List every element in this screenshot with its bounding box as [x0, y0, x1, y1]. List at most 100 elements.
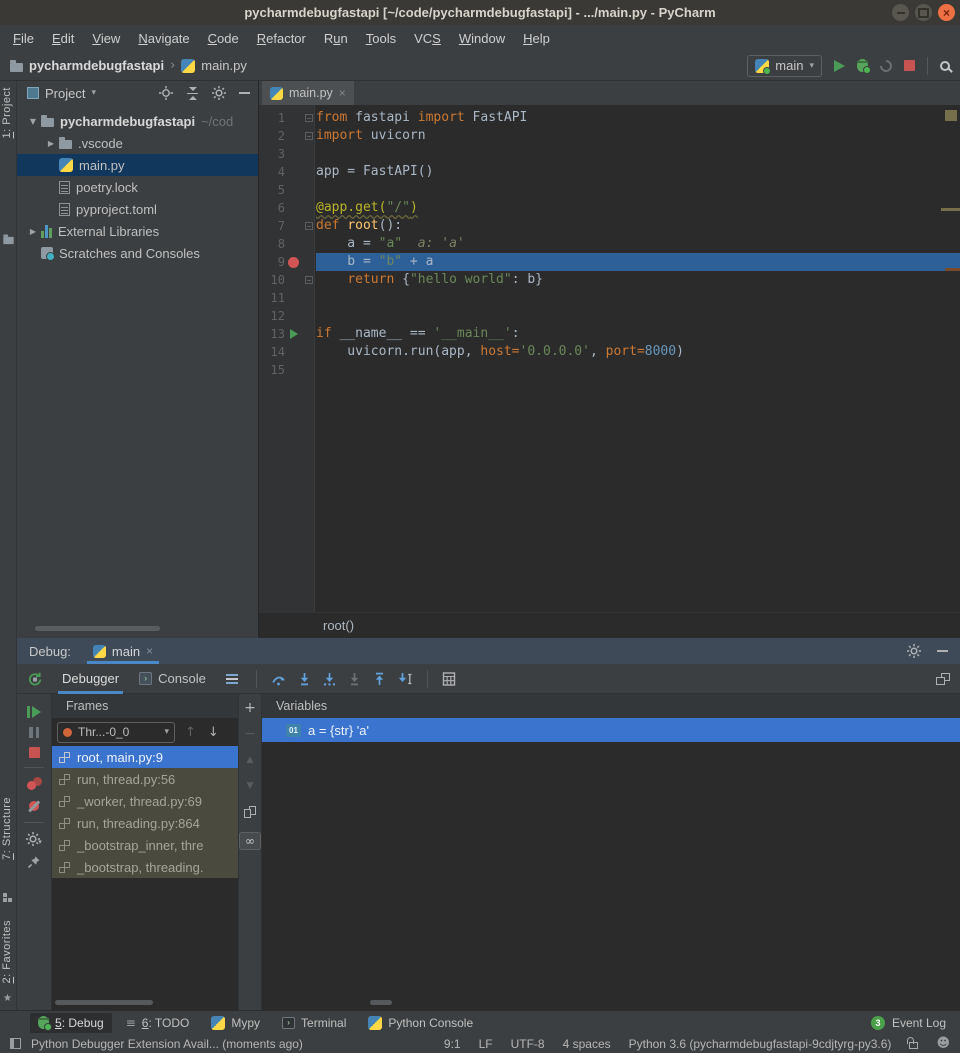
toolwindow-button-python-console[interactable]: Python Console: [360, 1013, 481, 1033]
toolwindow-button-terminal[interactable]: ›Terminal: [274, 1013, 354, 1033]
menu-item-window[interactable]: Window: [450, 27, 514, 50]
code-line[interactable]: 4app = FastAPI(): [259, 163, 960, 181]
thread-selector[interactable]: Thr...-0_0 ▾: [57, 722, 175, 743]
code-line[interactable]: 14 uvicorn.run(app, host='0.0.0.0', port…: [259, 343, 960, 361]
highlighting-level-icon[interactable]: ☻: [936, 1037, 950, 1050]
resume-program-icon[interactable]: [27, 706, 41, 718]
move-down-icon[interactable]: ▼: [247, 780, 254, 792]
menu-item-tools[interactable]: Tools: [357, 27, 405, 50]
run-button[interactable]: [834, 60, 845, 72]
step-into-icon[interactable]: [298, 672, 311, 686]
code-line[interactable]: 8 a = "a" a: 'a': [259, 235, 960, 253]
layout-settings-icon[interactable]: [936, 673, 950, 685]
force-step-into-icon[interactable]: [323, 672, 336, 686]
code-line[interactable]: 1from fastapi import FastAPI: [259, 109, 960, 127]
tab-console[interactable]: ›Console: [129, 664, 216, 694]
previous-frame-icon[interactable]: ↑: [185, 725, 196, 740]
view-breakpoints-icon[interactable]: [27, 777, 42, 790]
coverage-button[interactable]: [878, 57, 895, 74]
evaluate-expression-icon[interactable]: [442, 672, 456, 686]
title-bar[interactable]: pycharmdebugfastapi [~/code/pycharmdebug…: [0, 0, 960, 25]
status-caret-position[interactable]: 9:1: [444, 1037, 461, 1051]
breakpoint-icon[interactable]: [285, 257, 302, 268]
run-to-cursor-icon[interactable]: [398, 672, 413, 686]
move-up-icon[interactable]: ▲: [247, 754, 254, 766]
code-area[interactable]: 1from fastapi import FastAPI2import uvic…: [259, 105, 960, 612]
mute-breakpoints-icon[interactable]: [27, 799, 41, 813]
toolwindow-button-mypy[interactable]: Mypy: [203, 1013, 268, 1033]
code-line[interactable]: 10 return {"hello world": b}: [259, 271, 960, 289]
fold-marker[interactable]: [302, 132, 316, 140]
remove-watch-icon[interactable]: −: [244, 728, 256, 740]
toolwindow-button-5-debug[interactable]: 5: Debug: [30, 1013, 112, 1033]
collapse-all-icon[interactable]: [186, 87, 199, 100]
gear-icon[interactable]: [907, 644, 921, 658]
tree-item[interactable]: Scratches and Consoles: [17, 242, 258, 264]
hide-panel-icon[interactable]: [937, 650, 948, 652]
warning-stripe-mark[interactable]: [941, 208, 960, 211]
menu-item-edit[interactable]: Edit: [43, 27, 83, 50]
fold-marker[interactable]: [302, 222, 316, 230]
next-frame-icon[interactable]: ↓: [208, 725, 219, 740]
smart-step-into-icon[interactable]: [348, 672, 361, 686]
status-indent-style[interactable]: 4 spaces: [563, 1037, 611, 1051]
lock-icon[interactable]: [909, 1042, 918, 1049]
code-line[interactable]: 13if __name__ == '__main__':: [259, 325, 960, 343]
duplicate-watch-icon[interactable]: [244, 806, 256, 818]
debug-settings-icon[interactable]: ▾: [26, 832, 42, 846]
code-line[interactable]: 5: [259, 181, 960, 199]
project-panel-title[interactable]: Project: [45, 86, 85, 101]
code-line[interactable]: 2import uvicorn: [259, 127, 960, 145]
breadcrumb-file[interactable]: main.py: [201, 58, 247, 73]
tree-item[interactable]: ▼pycharmdebugfastapi~/cod: [17, 110, 258, 132]
hide-panel-icon[interactable]: [239, 92, 250, 94]
tree-collapsed-icon[interactable]: ▶: [43, 139, 59, 148]
run-configuration-select[interactable]: main ▾: [747, 55, 822, 77]
stop-icon[interactable]: [29, 747, 40, 758]
code-line[interactable]: 11: [259, 289, 960, 307]
code-line[interactable]: 15: [259, 361, 960, 379]
frame-item[interactable]: _bootstrap_inner, thre: [52, 834, 238, 856]
sidebar-tab-favorites[interactable]: 2: Favorites: [1, 920, 13, 983]
code-line[interactable]: 9 b = "b" + a: [259, 253, 960, 271]
project-horizontal-scrollbar[interactable]: [35, 626, 160, 631]
code-line[interactable]: 6@app.get("/"): [259, 199, 960, 217]
tree-item[interactable]: main.py: [17, 154, 258, 176]
chevron-down-icon[interactable]: ▾: [91, 88, 96, 98]
menu-item-view[interactable]: View: [83, 27, 129, 50]
code-line[interactable]: 12: [259, 307, 960, 325]
menu-item-file[interactable]: File: [4, 27, 43, 50]
fold-marker[interactable]: [302, 276, 316, 284]
debug-session-tab[interactable]: main ×: [87, 638, 159, 664]
menu-item-navigate[interactable]: Navigate: [129, 27, 198, 50]
maximize-button[interactable]: [915, 4, 932, 21]
pause-program-icon[interactable]: [29, 727, 39, 738]
frame-item[interactable]: _bootstrap, threading.: [52, 856, 238, 878]
tree-item[interactable]: poetry.lock: [17, 176, 258, 198]
step-over-icon[interactable]: [271, 672, 286, 686]
code-line[interactable]: 7def root():: [259, 217, 960, 235]
tree-collapsed-icon[interactable]: ▶: [25, 227, 41, 236]
debug-button[interactable]: [857, 59, 868, 72]
code-line[interactable]: 3: [259, 145, 960, 163]
frame-item[interactable]: run, threading.py:864: [52, 812, 238, 834]
editor-tab-main-py[interactable]: main.py ×: [262, 81, 354, 105]
close-button[interactable]: ×: [938, 4, 955, 21]
stop-button[interactable]: [904, 60, 915, 71]
toolwindow-button-6-todo[interactable]: ≡6: TODO: [118, 1013, 198, 1033]
search-everywhere-icon[interactable]: [940, 61, 950, 71]
add-watch-icon[interactable]: +: [244, 702, 256, 714]
run-line-icon[interactable]: [285, 329, 302, 339]
menu-item-refactor[interactable]: Refactor: [248, 27, 315, 50]
scope-breadcrumb[interactable]: root(): [323, 618, 354, 633]
step-out-icon[interactable]: [373, 672, 386, 686]
close-tab-icon[interactable]: ×: [339, 86, 346, 100]
menu-item-code[interactable]: Code: [199, 27, 248, 50]
rerun-icon[interactable]: [27, 671, 43, 687]
fold-marker[interactable]: [302, 114, 316, 122]
status-file-encoding[interactable]: UTF-8: [511, 1037, 545, 1051]
event-log-button[interactable]: 3Event Log: [871, 1016, 946, 1030]
locate-file-icon[interactable]: [159, 86, 173, 100]
menu-item-help[interactable]: Help: [514, 27, 559, 50]
gear-icon[interactable]: [212, 86, 226, 100]
